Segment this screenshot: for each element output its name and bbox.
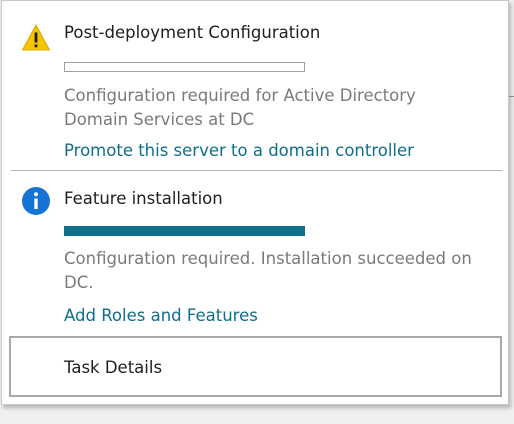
notification-feature-installation: Feature installation Configuration requi… xyxy=(2,172,508,334)
notification-title: Post-deployment Configuration xyxy=(64,23,321,42)
progress-bar-fill xyxy=(65,227,304,235)
notification-post-deployment: Post-deployment Configuration Configurat… xyxy=(2,1,508,171)
promote-domain-controller-link[interactable]: Promote this server to a domain controll… xyxy=(64,141,414,160)
progress-bar xyxy=(64,62,305,72)
add-roles-features-link[interactable]: Add Roles and Features xyxy=(64,306,258,325)
notification-title: Feature installation xyxy=(64,189,223,208)
task-details-button[interactable]: Task Details xyxy=(9,336,502,397)
warning-icon xyxy=(21,23,51,51)
notification-description: Configuration required. Installation suc… xyxy=(64,249,472,292)
task-details-label: Task Details xyxy=(64,358,163,377)
notification-description: Configuration required for Active Direct… xyxy=(64,86,416,129)
progress-bar xyxy=(64,226,305,236)
info-icon xyxy=(22,187,50,215)
section-divider xyxy=(11,170,502,171)
notifications-flyout: Post-deployment Configuration Configurat… xyxy=(1,0,509,405)
background-window-edge xyxy=(509,96,514,97)
